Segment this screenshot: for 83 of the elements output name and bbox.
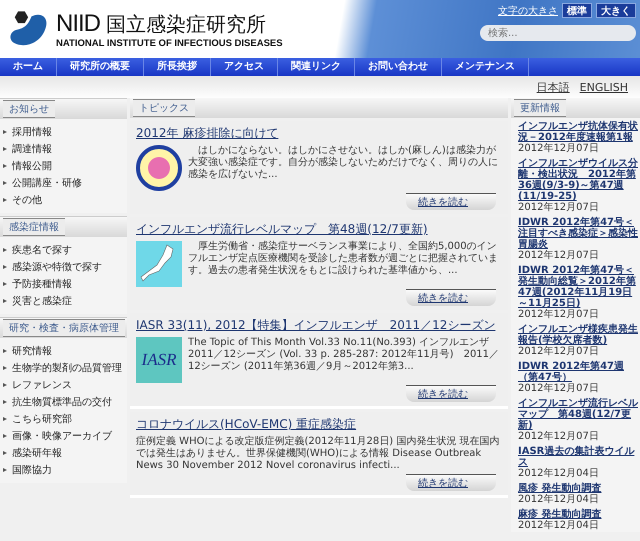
update-link[interactable]: IDWR 2012年第47週（第47号）: [518, 361, 638, 383]
search-field[interactable]: 検索...: [480, 25, 636, 41]
article-link[interactable]: IASR 33(11), 2012【特集】インフルエンザ 2011／12シーズン: [136, 317, 502, 334]
article-summary: The Topic of This Month Vol.33 No.11(No.393) インフルエンザ 2011／12シーズン (Vol. 33 p. 285-287: 2012年11月号) 2011／12シーズン (2011年第36週／9月～2012年第3...: [188, 337, 500, 374]
update-link[interactable]: 麻疹 発生動向調査: [518, 509, 638, 520]
sidebar-item[interactable]: 災害と感染症: [3, 292, 127, 309]
sidebar-item[interactable]: 調達情報: [3, 140, 127, 157]
update-date: 2012年12月07日: [518, 202, 600, 214]
update-date: 2012年12月07日: [518, 143, 600, 155]
triangle-icon: [3, 416, 7, 420]
update-link[interactable]: IASR過去の集計表ウイルス: [518, 446, 638, 468]
section-title: お知らせ: [3, 100, 55, 118]
font-size-button[interactable]: 大きく: [596, 3, 636, 18]
sidebar-item[interactable]: 感染源や特徴で探す: [3, 258, 127, 275]
update-link[interactable]: インフルエンザ流行レベルマップ 第48週(12/7更新): [518, 398, 638, 431]
article-link[interactable]: コロナウイルス(HCoV-EMC) 重症感染症: [136, 416, 502, 433]
update-date: 2012年12月07日: [518, 431, 600, 443]
update-date: 2012年12月04日: [518, 520, 600, 532]
update-date: 2012年12月07日: [518, 346, 600, 358]
triangle-icon: [3, 248, 7, 252]
article-link[interactable]: 2012年 麻疹排除に向けて: [136, 125, 502, 142]
triangle-icon: [3, 282, 7, 286]
triangle-icon: [3, 180, 7, 184]
font-size-button[interactable]: 標準: [562, 3, 592, 18]
section-title: 感染症情報: [3, 218, 65, 236]
update-date: 2012年12月04日: [518, 468, 600, 480]
update-link[interactable]: インフルエンザ様疾患発生報告(学校欠席者数): [518, 324, 638, 346]
sidebar-item[interactable]: 情報公開: [3, 157, 127, 174]
journal-logo: IASR: [136, 337, 182, 383]
sidebar-item[interactable]: こちら研究部: [3, 410, 127, 427]
triangle-icon: [3, 468, 7, 472]
triangle-icon: [3, 434, 7, 438]
map-thumbnail: [136, 241, 182, 287]
sidebar-item[interactable]: その他: [3, 191, 127, 208]
update-link[interactable]: IDWR 2012年第47号＜発生動向総覧＞2012年第47週(2012年11月19日～11月25日): [518, 265, 638, 309]
triangle-icon: [3, 146, 7, 150]
article-summary: はしかにならない。はしかにさせない。はしか(麻しん)は感染力が大変強い感染症です。自分が感染しないためだけでなく、周りの人に感染を広げないた...: [188, 145, 499, 182]
update-date: 2012年12月07日: [518, 383, 600, 395]
triangle-icon: [3, 348, 7, 352]
section-title: 研究・検査・病原体管理: [3, 319, 125, 337]
read-more-button[interactable]: 続きを読む: [406, 289, 496, 306]
read-more-button[interactable]: 続きを読む: [406, 193, 496, 210]
article-summary: 厚生労働省・感染症サーベランス事業により、全国約5,000のインフルエンザ定点医療機関を受診した患者数が週ごとに把握されています。過去の患者発生状況をもとに設けられた基準値から、...: [188, 241, 499, 278]
article-link[interactable]: インフルエンザ流行レベルマップ 第48週(12/7更新): [136, 221, 502, 238]
site-title: 国立感染症研究所: [106, 10, 266, 38]
sidebar-item[interactable]: 研究情報: [3, 342, 127, 359]
article-summary: 症例定義 WHOによる改定版症例定義(2012年11月28日) 国内発生状況 現在国内では発生はありません。世界保健機関(WHO)による情報 Disease Outbreak News 30 November 2012 Novel coronavirus infecti...: [136, 436, 501, 472]
read-more-button[interactable]: 続きを読む: [406, 385, 496, 402]
sidebar-item[interactable]: 生物学的製剤の品質管理: [3, 359, 127, 376]
font-size-label: 文字の大きさ: [498, 4, 558, 18]
logo-wordmark: NIID: [56, 10, 100, 38]
section-title: 更新情報: [514, 99, 566, 117]
sidebar-item[interactable]: 公開講座・研修: [3, 174, 127, 191]
triangle-icon: [3, 400, 7, 404]
section-title: トピックス: [133, 99, 195, 117]
triangle-icon: [3, 366, 7, 370]
update-link[interactable]: IDWR 2012年第47号＜注目すべき感染症＞感染性胃腸炎: [518, 217, 638, 250]
sidebar-item[interactable]: 抗生物質標準品の交付: [3, 393, 127, 410]
update-link[interactable]: インフルエンザウイルス分離・検出状況 2012年第36週(9/3-9)～第47週(11/19-25): [518, 158, 638, 202]
sidebar-item[interactable]: 国際協力: [3, 461, 127, 478]
sidebar-item[interactable]: 画像・映像アーカイブ: [3, 427, 127, 444]
sidebar-item[interactable]: 採用情報: [3, 123, 127, 140]
update-link[interactable]: インフルエンザ抗体保有状況－2012年度速報第1報: [518, 121, 638, 143]
triangle-icon: [3, 198, 7, 202]
sidebar-item[interactable]: 感染研年報: [3, 444, 127, 461]
sidebar-item[interactable]: 予防接種情報: [3, 275, 127, 292]
update-link[interactable]: 風疹 発生動向調査: [518, 483, 638, 494]
heart-logo-icon: [136, 145, 182, 191]
triangle-icon: [3, 450, 7, 454]
read-more-button[interactable]: 続きを読む: [406, 474, 496, 491]
triangle-icon: [3, 298, 7, 302]
language-link[interactable]: 日本語: [536, 80, 570, 94]
update-date: 2012年12月07日: [518, 250, 600, 262]
triangle-icon: [3, 264, 7, 268]
triangle-icon: [3, 130, 7, 134]
sidebar-item[interactable]: レファレンス: [3, 376, 127, 393]
site-subtitle: NATIONAL INSTITUTE OF INFECTIOUS DISEASES: [56, 38, 283, 48]
update-date: 2012年12月07日: [518, 309, 600, 321]
language-link[interactable]: ENGLISH: [580, 80, 628, 94]
sidebar-item[interactable]: 疾患名で探す: [3, 241, 127, 258]
update-date: 2012年12月04日: [518, 494, 600, 506]
triangle-icon: [3, 382, 7, 386]
triangle-icon: [3, 164, 7, 168]
